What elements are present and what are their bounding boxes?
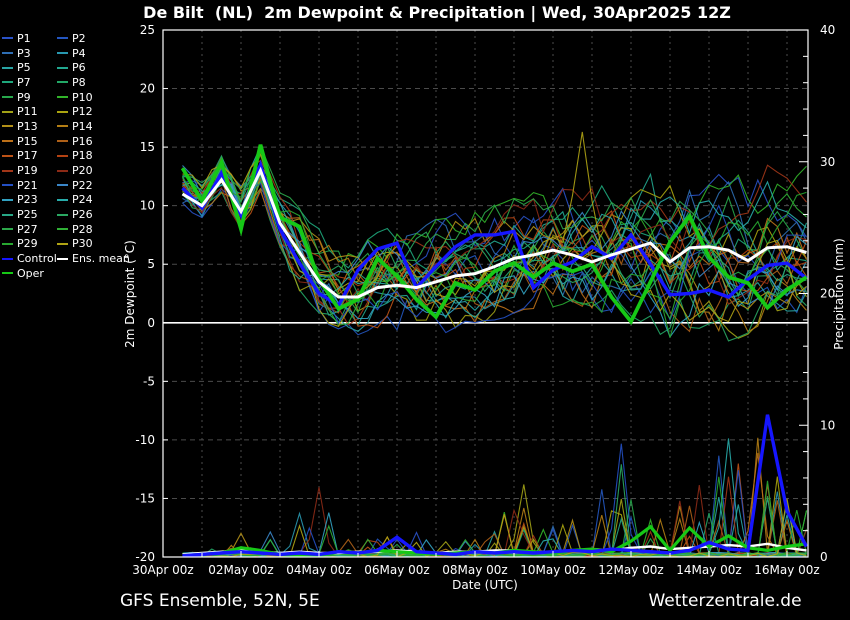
y-left-tick-label: 15 <box>140 140 155 154</box>
axis-ticks <box>162 29 808 558</box>
wetterzentrale-ensemble-page: De Bilt (NL) 2m Dewpoint & Precipitation… <box>0 0 850 620</box>
y-right-tick-label: 40 <box>820 23 835 37</box>
x-tick-label: 12May 00z <box>598 563 663 577</box>
y-left-tick-label: -10 <box>135 433 155 447</box>
plot-frame <box>162 29 809 558</box>
y-left-tick-label: 25 <box>140 23 155 37</box>
y-left-tick-label: -20 <box>135 550 155 564</box>
x-tick-label: 10May 00z <box>520 563 585 577</box>
ensemble-chart: 2520151050-5-10-15-2040302010030Apr 00z 0… <box>123 23 846 592</box>
ensemble-member-precip-lines <box>182 437 808 557</box>
y-right-axis-label: Precipitation (mm) <box>832 238 846 350</box>
x-tick-label: 02May 00z <box>208 563 273 577</box>
y-left-tick-label: -15 <box>135 491 155 505</box>
y-right-tick-label: 10 <box>820 418 835 432</box>
x-tick-label: 30Apr 00z <box>132 563 193 577</box>
x-tick-label: 14May 00z <box>676 563 741 577</box>
y-left-tick-label: 20 <box>140 82 155 96</box>
model-caption: GFS Ensemble, 52N, 5E <box>120 591 320 611</box>
y-left-tick-label: 10 <box>140 199 155 213</box>
y-right-tick-label: 0 <box>820 550 828 564</box>
x-tick-label: 08May 00z <box>442 563 507 577</box>
x-axis-label: Date (UTC) <box>452 578 518 592</box>
x-tick-label: 04May 00z <box>286 563 351 577</box>
site-caption: Wetterzentrale.de <box>648 591 802 611</box>
x-tick-label: 06May 00z <box>364 563 429 577</box>
y-right-tick-label: 30 <box>820 155 835 169</box>
x-tick-label: 16May 00z <box>754 563 819 577</box>
y-left-tick-label: -5 <box>143 374 155 388</box>
member-line-p25 <box>182 170 807 316</box>
y-left-axis-label: 2m Dewpoint (°C) <box>123 240 137 348</box>
gridlines <box>163 30 808 557</box>
y-left-tick-label: 5 <box>147 257 155 271</box>
y-left-tick-label: 0 <box>147 316 155 330</box>
